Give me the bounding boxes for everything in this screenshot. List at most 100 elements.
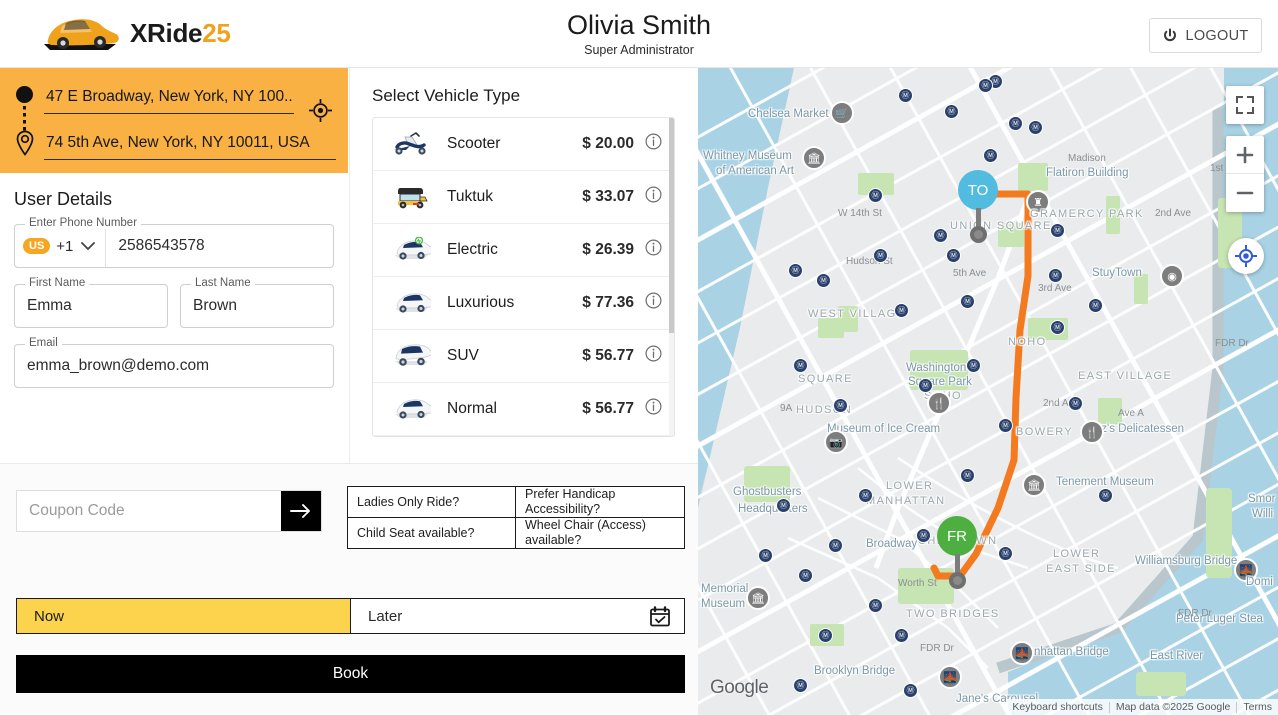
transit-station-icon[interactable]: Ⓜ bbox=[868, 188, 883, 203]
map-data-credit: Map data ©2025 Google bbox=[1115, 701, 1231, 713]
transit-station-icon[interactable]: Ⓜ bbox=[1088, 298, 1103, 313]
transit-station-icon[interactable]: Ⓜ bbox=[1048, 268, 1063, 283]
bridge-icon[interactable]: 🌉 bbox=[1234, 558, 1258, 582]
vehicle-price: $ 77.36 bbox=[582, 294, 634, 311]
bridge-icon[interactable]: 🌉 bbox=[1010, 641, 1034, 665]
vehicle-option-scooter[interactable]: Scooter $ 20.00 bbox=[373, 118, 674, 171]
scrollbar-thumb[interactable] bbox=[669, 118, 674, 333]
transit-station-icon[interactable]: Ⓜ bbox=[818, 628, 833, 643]
transit-station-icon[interactable]: Ⓜ bbox=[983, 148, 998, 163]
coupon-input[interactable] bbox=[17, 491, 281, 531]
vehicle-list[interactable]: Scooter $ 20.00 Tuktuk $ 33.07 Electric $ 26.… bbox=[372, 117, 675, 437]
castle-icon[interactable]: ♜ bbox=[1026, 190, 1050, 214]
crosshair-icon[interactable] bbox=[309, 99, 332, 122]
map-my-location-button[interactable] bbox=[1228, 238, 1264, 274]
transit-station-icon[interactable]: Ⓜ bbox=[894, 303, 909, 318]
transit-station-icon[interactable]: Ⓜ bbox=[833, 398, 848, 413]
preference-option-3[interactable]: Wheel Chair (Access) available? bbox=[516, 518, 684, 548]
info-circle-icon[interactable] bbox=[645, 292, 662, 314]
map-view[interactable]: Chelsea Market 🛒 Whitney Museum 🏛 of America… bbox=[698, 68, 1278, 715]
info-circle-icon[interactable] bbox=[645, 398, 662, 420]
email-input[interactable] bbox=[15, 345, 333, 387]
transit-station-icon[interactable]: Ⓜ bbox=[918, 378, 933, 393]
transit-station-icon[interactable]: Ⓜ bbox=[828, 538, 843, 553]
transit-station-icon[interactable]: Ⓜ bbox=[894, 628, 909, 643]
apply-coupon-button[interactable] bbox=[281, 491, 321, 531]
transit-station-icon[interactable]: Ⓜ bbox=[916, 528, 931, 543]
vehicle-option-electric[interactable]: Electric $ 26.39 bbox=[373, 224, 674, 277]
ride-now-tab[interactable]: Now bbox=[17, 599, 350, 633]
museum-icon[interactable]: 🏛 bbox=[1022, 473, 1046, 497]
ride-later-tab[interactable]: Later bbox=[350, 599, 684, 633]
transit-station-icon[interactable]: Ⓜ bbox=[868, 598, 883, 613]
transit-station-icon[interactable]: Ⓜ bbox=[946, 248, 961, 263]
info-circle-icon[interactable] bbox=[645, 186, 662, 208]
first-name-input[interactable] bbox=[15, 285, 167, 327]
logout-label: LOGOUT bbox=[1185, 27, 1249, 44]
transit-station-icon[interactable]: Ⓜ bbox=[966, 358, 981, 373]
dropoff-marker[interactable]: TO bbox=[958, 170, 998, 210]
cart-icon[interactable]: 🛒 bbox=[830, 101, 854, 125]
transit-station-icon[interactable]: Ⓜ bbox=[998, 418, 1013, 433]
vehicle-option-normal[interactable]: Normal $ 56.77 bbox=[373, 383, 674, 436]
country-code-select[interactable]: US +1 bbox=[15, 225, 107, 267]
transit-station-icon[interactable]: Ⓜ bbox=[873, 248, 888, 263]
transit-station-icon[interactable]: Ⓜ bbox=[776, 498, 791, 513]
preference-option-1[interactable]: Prefer Handicap Accessibility? bbox=[516, 487, 684, 518]
transit-station-icon[interactable]: Ⓜ bbox=[1068, 396, 1083, 411]
vehicle-option-tuktuk[interactable]: Tuktuk $ 33.07 bbox=[373, 171, 674, 224]
camera-icon[interactable]: 📷 bbox=[824, 430, 848, 454]
utensils-icon[interactable]: 🍴 bbox=[927, 391, 951, 415]
preference-label: Wheel Chair (Access) available? bbox=[525, 518, 646, 547]
map-zoom-out-button[interactable] bbox=[1226, 174, 1264, 212]
transit-station-icon[interactable]: Ⓜ bbox=[793, 358, 808, 373]
transit-station-icon[interactable]: Ⓜ bbox=[933, 228, 948, 243]
transit-station-icon[interactable]: Ⓜ bbox=[816, 273, 831, 288]
transit-station-icon[interactable]: Ⓜ bbox=[798, 568, 813, 583]
info-circle-icon[interactable] bbox=[645, 133, 662, 155]
transit-station-icon[interactable]: Ⓜ bbox=[1028, 120, 1043, 135]
pickup-marker[interactable]: FR bbox=[937, 516, 977, 556]
brand-logo[interactable]: XRide25 bbox=[38, 10, 231, 56]
vehicle-option-basic[interactable]: Basic$ 45.98 bbox=[373, 436, 674, 437]
transit-station-icon[interactable]: Ⓜ bbox=[1008, 116, 1023, 131]
bridge-icon[interactable]: 🌉 bbox=[938, 665, 962, 689]
transit-station-icon[interactable]: Ⓜ bbox=[788, 263, 803, 278]
dropoff-address-input[interactable] bbox=[44, 134, 336, 160]
transit-station-icon[interactable]: Ⓜ bbox=[978, 78, 993, 93]
map-zoom-in-button[interactable] bbox=[1226, 136, 1264, 174]
phone-number-input[interactable] bbox=[106, 225, 333, 267]
ring-icon[interactable]: ◉ bbox=[1160, 264, 1184, 288]
transit-station-icon[interactable]: Ⓜ bbox=[1050, 320, 1065, 335]
keyboard-shortcuts-link[interactable]: Keyboard shortcuts bbox=[1006, 701, 1108, 713]
utensils-icon[interactable]: 🍴 bbox=[1080, 420, 1104, 444]
transit-station-icon[interactable]: Ⓜ bbox=[903, 683, 918, 698]
preference-option-2[interactable]: Child Seat available? bbox=[348, 518, 516, 548]
last-name-input[interactable] bbox=[181, 285, 333, 327]
map-fullscreen-button[interactable] bbox=[1226, 86, 1264, 124]
transit-station-icon[interactable]: Ⓜ bbox=[1098, 488, 1113, 503]
info-circle-icon[interactable] bbox=[645, 239, 662, 261]
transit-station-icon[interactable]: Ⓜ bbox=[1050, 223, 1065, 238]
vehicle-option-suv[interactable]: SUV $ 56.77 bbox=[373, 330, 674, 383]
book-button[interactable]: Book bbox=[16, 655, 685, 693]
transit-station-icon[interactable]: Ⓜ bbox=[960, 468, 975, 483]
transit-station-icon[interactable]: Ⓜ bbox=[793, 678, 808, 693]
museum-icon[interactable]: 🏛 bbox=[746, 586, 770, 610]
vehicle-list-scrollbar[interactable] bbox=[669, 118, 674, 436]
transit-station-icon[interactable]: Ⓜ bbox=[898, 88, 913, 103]
transit-station-icon[interactable]: Ⓜ bbox=[998, 546, 1013, 561]
transit-station-icon[interactable]: Ⓜ bbox=[858, 488, 873, 503]
museum-icon[interactable]: 🏛 bbox=[802, 146, 826, 170]
transit-station-icon[interactable]: Ⓜ bbox=[758, 548, 773, 563]
logout-button[interactable]: LOGOUT bbox=[1149, 18, 1262, 53]
info-circle-icon[interactable] bbox=[645, 345, 662, 367]
transit-station-icon[interactable]: Ⓜ bbox=[960, 294, 975, 309]
transit-station-icon[interactable]: Ⓜ bbox=[944, 104, 959, 119]
terms-link[interactable]: Terms bbox=[1237, 701, 1278, 713]
power-icon bbox=[1164, 28, 1177, 41]
preference-option-0[interactable]: Ladies Only Ride? bbox=[348, 487, 516, 518]
pickup-address-input[interactable] bbox=[44, 88, 294, 114]
vehicle-option-luxurious[interactable]: Luxurious $ 77.36 bbox=[373, 277, 674, 330]
first-name-field: First Name bbox=[14, 277, 168, 328]
